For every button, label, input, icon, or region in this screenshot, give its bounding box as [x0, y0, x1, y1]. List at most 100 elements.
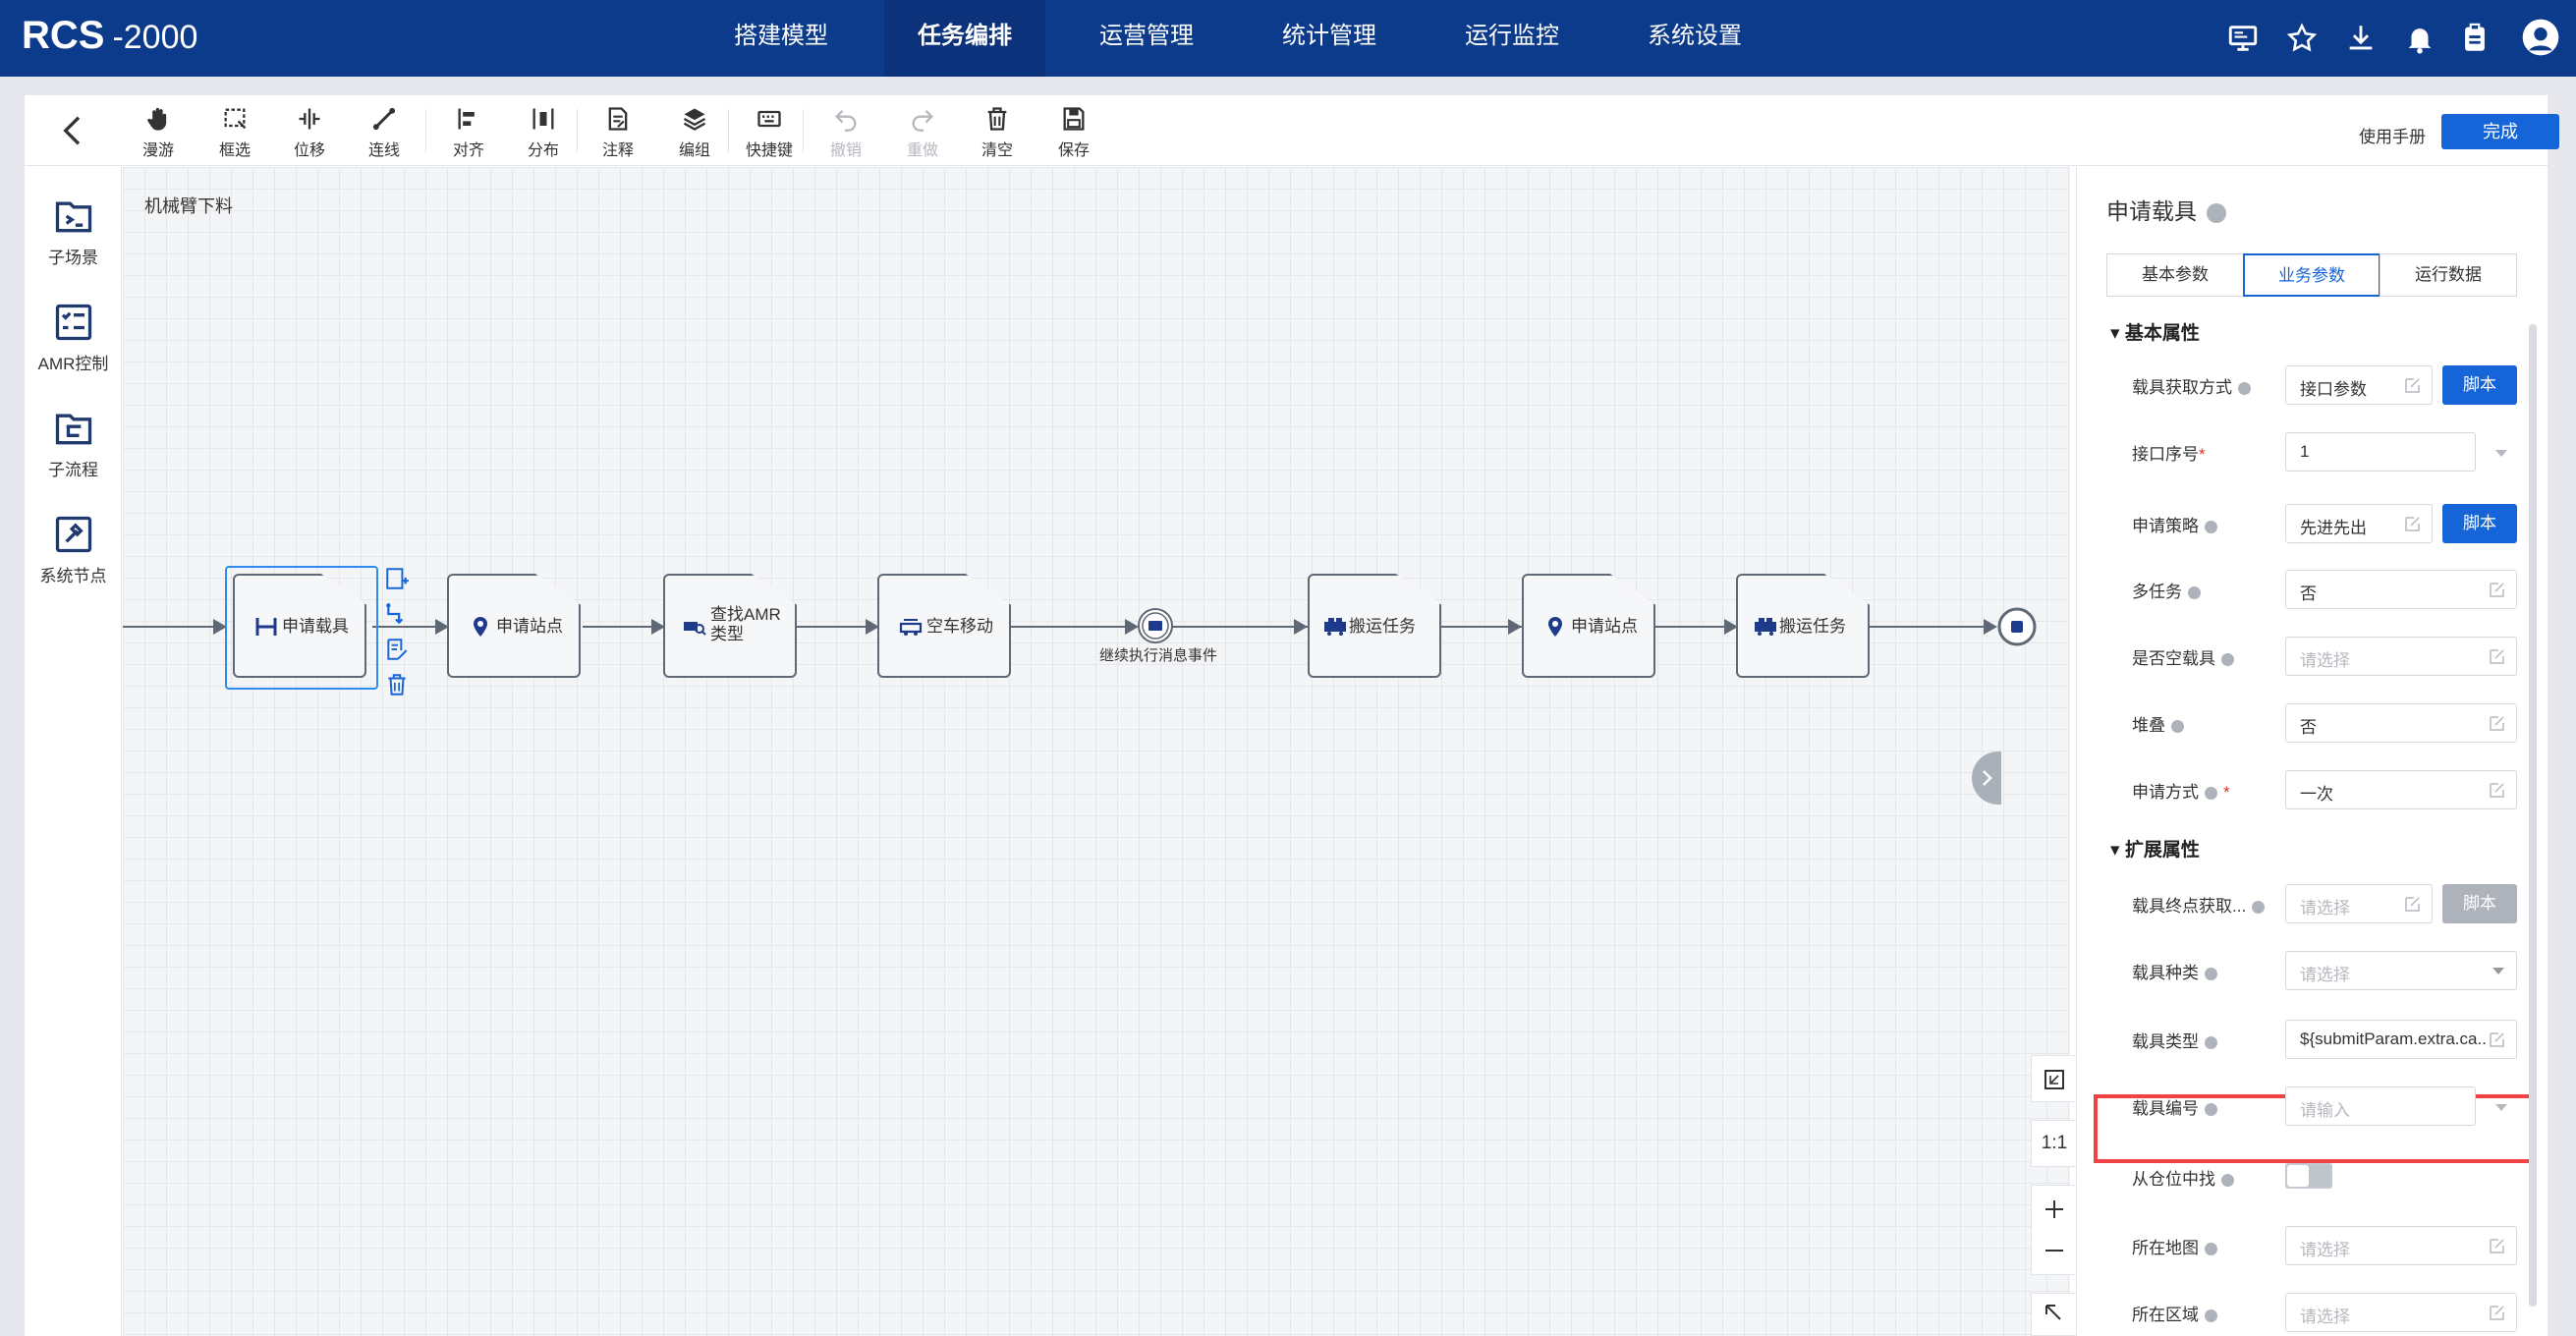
tab-basic-params[interactable]: 基本参数	[2106, 253, 2244, 297]
done-button[interactable]: 完成	[2441, 114, 2559, 149]
actual-size-button[interactable]: 1:1	[2031, 1120, 2078, 1167]
info-icon	[2238, 382, 2251, 396]
map-field[interactable]: 请选择	[2285, 1226, 2517, 1265]
tool-shortcuts[interactable]: 快捷键	[738, 105, 801, 160]
clipboard-icon[interactable]	[2458, 22, 2492, 55]
field-label: 申请策略	[2132, 512, 2217, 536]
toolbar-divider	[803, 109, 804, 152]
tool-label: 注释	[601, 142, 634, 159]
event-label: 继续执行消息事件	[1099, 647, 1218, 664]
transport-icon	[1324, 618, 1346, 636]
tool-distribute[interactable]: 分布	[512, 105, 575, 160]
star-icon[interactable]	[2285, 22, 2319, 55]
empty-move-icon	[899, 619, 923, 636]
add-node-icon[interactable]	[384, 566, 410, 591]
palette-sub-scene[interactable]: 子场景	[25, 195, 122, 268]
interface-index-field[interactable]: 1	[2285, 432, 2476, 472]
nav-build-model[interactable]: 搭建模型	[707, 0, 855, 77]
download-icon[interactable]	[2344, 22, 2378, 55]
tab-business-params[interactable]: 业务参数	[2243, 253, 2380, 297]
carrier-type-field[interactable]: ${submitParam.extra.ca...	[2285, 1020, 2517, 1059]
empty-carrier-field[interactable]: 请选择	[2285, 637, 2517, 676]
edit-icon	[2490, 649, 2504, 664]
connect-icon[interactable]	[384, 601, 410, 627]
message-event-icon[interactable]	[1137, 607, 1174, 644]
nav-statistics[interactable]: 统计管理	[1256, 0, 1403, 77]
nav-operations[interactable]: 运营管理	[1073, 0, 1220, 77]
field-label-text: 载具终点获取...	[2132, 897, 2247, 916]
edge-arrow	[1984, 619, 1997, 635]
palette-label: AMR控制	[37, 355, 109, 373]
tool-save[interactable]: 保存	[1042, 105, 1105, 160]
tool-pan[interactable]: 漫游	[127, 105, 190, 160]
stacking-field[interactable]: 否	[2285, 703, 2517, 743]
zoom-out-icon[interactable]	[2043, 1239, 2066, 1262]
end-event-icon[interactable]	[1997, 607, 2037, 646]
save-icon	[1063, 107, 1085, 131]
fit-screen-icon	[2044, 1070, 2064, 1089]
user-manual-link[interactable]: 使用手册	[2359, 123, 2426, 147]
find-in-storage-toggle[interactable]	[2285, 1163, 2332, 1189]
palette-system-node[interactable]: 系统节点	[25, 513, 122, 586]
field-label-text: 从仓位中找	[2132, 1170, 2215, 1189]
edit-icon	[2405, 517, 2420, 531]
workspace: 漫游 框选 位移 连线 对齐 分布 注释 编组 快捷键 撤销 重做 清空 保存 …	[25, 95, 2559, 1336]
section-extended-properties[interactable]: ▾ 扩展属性	[2110, 835, 2200, 862]
tool-note[interactable]: 注释	[587, 105, 649, 160]
nav-monitoring[interactable]: 运行监控	[1438, 0, 1586, 77]
tool-marquee[interactable]: 框选	[203, 105, 266, 160]
user-avatar-icon[interactable]	[2521, 18, 2560, 57]
tool-align[interactable]: 对齐	[437, 105, 500, 160]
zoom-in-icon[interactable]	[2043, 1197, 2066, 1221]
tool-clear[interactable]: 清空	[966, 105, 1029, 160]
field-placeholder: 请输入	[2300, 1101, 2350, 1120]
edit-note-icon[interactable]	[384, 637, 410, 662]
palette-amr-control[interactable]: AMR控制	[25, 301, 122, 374]
edge-arrow	[1294, 619, 1308, 635]
tool-undo[interactable]: 撤销	[814, 105, 877, 160]
tool-connect[interactable]: 连线	[353, 105, 416, 160]
carrier-number-input[interactable]: 请输入	[2285, 1086, 2476, 1126]
tool-redo[interactable]: 重做	[891, 105, 954, 160]
script-button[interactable]: 脚本	[2442, 365, 2517, 405]
field-label: 载具种类	[2132, 959, 2217, 983]
chevron-down-icon[interactable]	[2495, 450, 2507, 457]
script-button[interactable]: 脚本	[2442, 504, 2517, 543]
script-button-disabled[interactable]: 脚本	[2442, 884, 2517, 923]
tab-runtime-data[interactable]: 运行数据	[2380, 253, 2517, 297]
apply-mode-field[interactable]: 一次	[2285, 770, 2517, 809]
back-arrow-icon[interactable]	[54, 111, 93, 150]
area-field[interactable]: 请选择	[2285, 1293, 2517, 1332]
section-title: 扩展属性	[2124, 840, 2200, 861]
node-label: 申请站点	[496, 617, 563, 636]
nav-system-settings[interactable]: 系统设置	[1621, 0, 1768, 77]
monitor-icon[interactable]	[2226, 22, 2260, 55]
carrier-kind-select[interactable]: 请选择	[2285, 951, 2517, 990]
delete-icon[interactable]	[384, 672, 410, 697]
section-basic-properties[interactable]: ▾ 基本属性	[2110, 318, 2200, 345]
flow-canvas[interactable]: 机械臂下料 申请载具 申请站点 查找AMR 类型 空车移动 继续执行消息事件 搬…	[123, 167, 2078, 1336]
apply-strategy-field[interactable]: 先进先出	[2285, 504, 2433, 543]
minimap-button[interactable]	[2031, 1293, 2078, 1336]
carrier-acquire-method-field[interactable]: 接口参数	[2285, 365, 2433, 405]
required-mark: *	[2199, 445, 2206, 464]
field-value: 一次	[2300, 785, 2333, 804]
tool-move[interactable]: 位移	[278, 105, 341, 160]
field-label: 堆叠	[2132, 711, 2184, 736]
tool-group[interactable]: 编组	[663, 105, 726, 160]
multi-task-field[interactable]: 否	[2285, 570, 2517, 609]
help-icon[interactable]	[2207, 202, 2226, 223]
carrier-destination-field[interactable]: 请选择	[2285, 884, 2433, 923]
tool-label: 框选	[218, 142, 251, 159]
page-scrollbar[interactable]	[2529, 324, 2537, 1307]
palette-sub-process[interactable]: 子流程	[25, 407, 122, 480]
logo-version: -2000	[112, 19, 198, 56]
fit-screen-button[interactable]	[2031, 1055, 2078, 1102]
bell-icon[interactable]	[2403, 22, 2436, 55]
toggle-knob	[2287, 1165, 2309, 1187]
amr-control-icon	[55, 304, 91, 341]
panel-title-text: 申请载具	[2106, 198, 2197, 224]
field-label: 所在区域	[2132, 1301, 2217, 1325]
nav-task-orchestration[interactable]: 任务编排	[884, 0, 1045, 77]
chevron-down-icon[interactable]	[2495, 1104, 2507, 1111]
